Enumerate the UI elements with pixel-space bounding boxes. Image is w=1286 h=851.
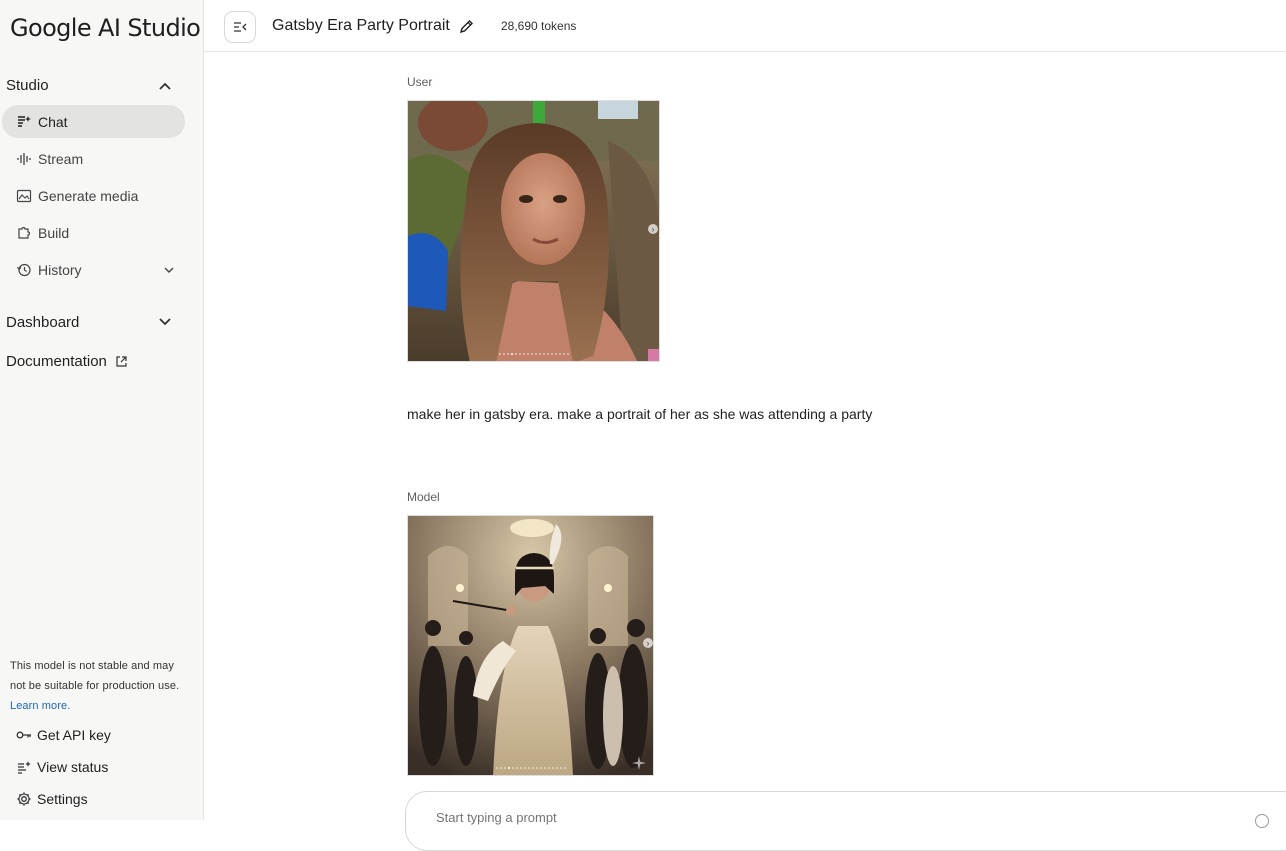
sidebar-item-stream[interactable]: Stream [2,142,185,175]
model-generated-image[interactable]: › [407,515,654,776]
model-stability-notice: This model is not stable and may not be … [10,656,190,716]
external-link-icon [116,356,127,367]
settings-button[interactable]: Settings [16,791,88,807]
info-icon[interactable] [1255,814,1269,828]
carousel-next-icon[interactable]: › [643,638,653,648]
selfie-photo-image [408,101,659,361]
user-role-label: User [407,75,433,89]
app-logo[interactable]: Google AI Studio [10,14,201,42]
user-uploaded-photo[interactable]: › [407,100,660,362]
build-puzzle-icon [16,225,32,241]
dashboard-section-header[interactable]: Dashboard [6,314,79,331]
sidebar-item-build[interactable]: Build [2,216,185,249]
page-title: Gatsby Era Party Portrait [272,17,450,34]
token-count: 28,690 tokens [501,19,577,33]
sidebar-item-chat[interactable]: Chat [2,105,185,138]
chevron-down-icon[interactable] [163,264,175,276]
documentation-link[interactable]: Documentation [6,353,128,370]
sidebar-item-label: Generate media [38,187,139,204]
key-icon [16,731,31,739]
get-api-key-button[interactable]: Get API key [16,727,111,743]
prompt-input-container[interactable] [405,791,1286,851]
status-icon [18,761,31,774]
chat-spark-icon [16,114,32,130]
bottom-item-label: Get API key [37,727,111,743]
sidebar-item-history[interactable]: History [2,253,185,286]
learn-more-link[interactable]: Learn more. [10,700,70,712]
history-icon [16,262,32,278]
collapse-sidebar-icon [234,22,247,32]
edit-pencil-icon[interactable] [459,19,474,34]
gear-icon [17,792,31,806]
studio-section-header[interactable]: Studio [6,77,49,94]
sparkle-icon [632,756,646,770]
chevron-down-icon[interactable] [157,314,173,330]
prompt-input[interactable] [436,810,1036,825]
gatsby-portrait-image [408,516,653,775]
carousel-next-icon[interactable]: › [648,224,658,234]
sidebar-item-label: Stream [38,150,84,167]
view-status-button[interactable]: View status [16,759,108,775]
collapse-sidebar-button[interactable] [224,11,256,43]
carousel-indicators [495,767,566,769]
bottom-item-label: Settings [37,791,88,807]
sidebar-item-generate-media[interactable]: Generate media [2,179,185,212]
bottom-item-label: View status [37,759,109,775]
stream-waveform-icon [16,151,32,167]
notice-text: This model is not stable and may not be … [10,660,180,692]
sidebar-item-label: History [38,261,82,278]
chevron-up-icon[interactable] [157,78,173,94]
sidebar: Google AI Studio Studio Chat Stream Gene… [0,0,204,820]
model-role-label: Model [407,490,440,504]
sidebar-item-label: Build [38,224,70,241]
user-prompt-text: make her in gatsby era. make a portrait … [407,406,873,422]
documentation-label: Documentation [6,353,107,370]
sidebar-item-label: Chat [38,113,68,130]
image-icon [16,188,32,204]
carousel-indicators [498,353,569,355]
top-bar: Gatsby Era Party Portrait 28,690 tokens [204,0,1286,52]
